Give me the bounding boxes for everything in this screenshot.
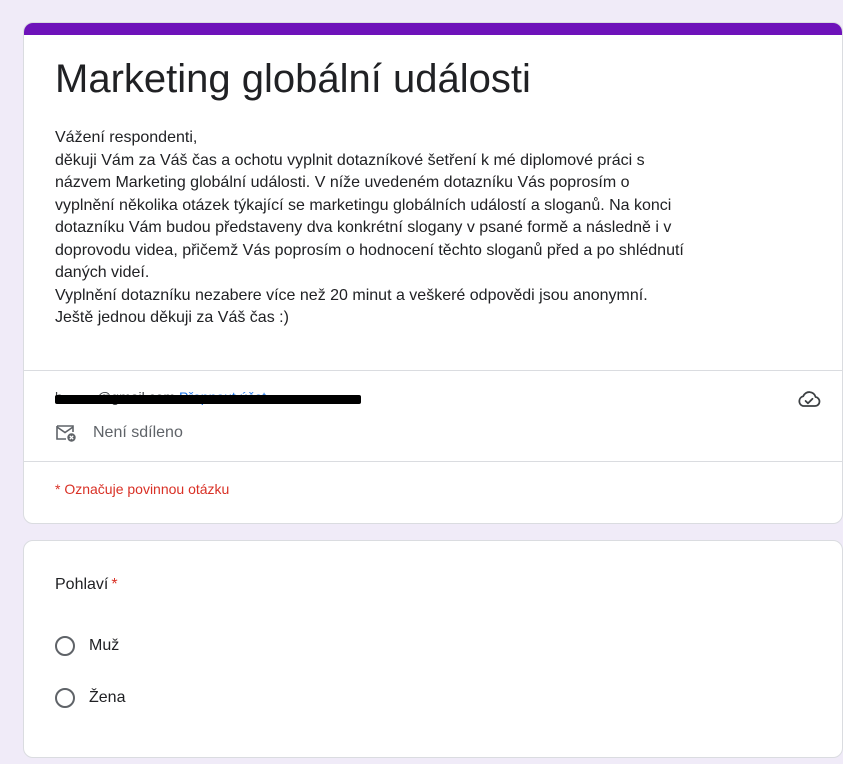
divider [24,461,842,462]
question-title: Pohlaví * [55,576,118,594]
required-asterisk: * [111,576,118,593]
share-status-row: Není sdíleno [55,423,183,443]
radio-unchecked-icon[interactable] [55,636,75,656]
account-row: b•••••••@gmail.com Přepnout účet [55,389,361,411]
account-email-block: b•••••••@gmail.com Přepnout účet [55,389,361,411]
description-line: dotazníku Vám budou představeny dva konk… [55,219,672,236]
cloud-saved-icon [798,391,821,407]
form-page: Marketing globální události Vážení respo… [0,0,843,764]
description-line: Ještě jednou děkuji za Váš čas :) [55,309,289,326]
option-label: Žena [89,689,126,706]
question-card: Pohlaví * Muž Žena [23,540,843,758]
question-label: Pohlaví [55,576,109,593]
description-line: názvem Marketing globální události. V ní… [55,174,630,191]
form-description: Vážení respondenti, děkuji Vám za Váš ča… [55,127,825,330]
mail-not-shared-icon [56,425,76,442]
description-line: vyplnění několika otázek týkající se mar… [55,196,672,214]
description-line: děkuji Vám za Váš čas a ochotu vyplnit d… [55,151,645,169]
required-note: * Označuje povinnou otázku [55,481,230,497]
redaction-bar [55,395,361,404]
not-shared-label: Není sdíleno [93,424,183,441]
description-line: daných videí. [55,264,150,281]
description-line: doprovodu videa, přičemž Vás poprosím o … [55,241,684,259]
form-header-card: Marketing globální události Vážení respo… [23,22,843,524]
radio-unchecked-icon[interactable] [55,688,75,708]
option-label: Muž [89,637,120,654]
description-line: Vyplnění dotazníku nezabere více než 20 … [55,286,648,304]
description-line: Vážení respondenti, [55,129,198,146]
accent-bar [24,23,842,35]
option-zena[interactable]: Žena [55,688,125,708]
divider [24,370,842,371]
form-title: Marketing globální události [55,57,531,101]
option-muz[interactable]: Muž [55,636,119,656]
